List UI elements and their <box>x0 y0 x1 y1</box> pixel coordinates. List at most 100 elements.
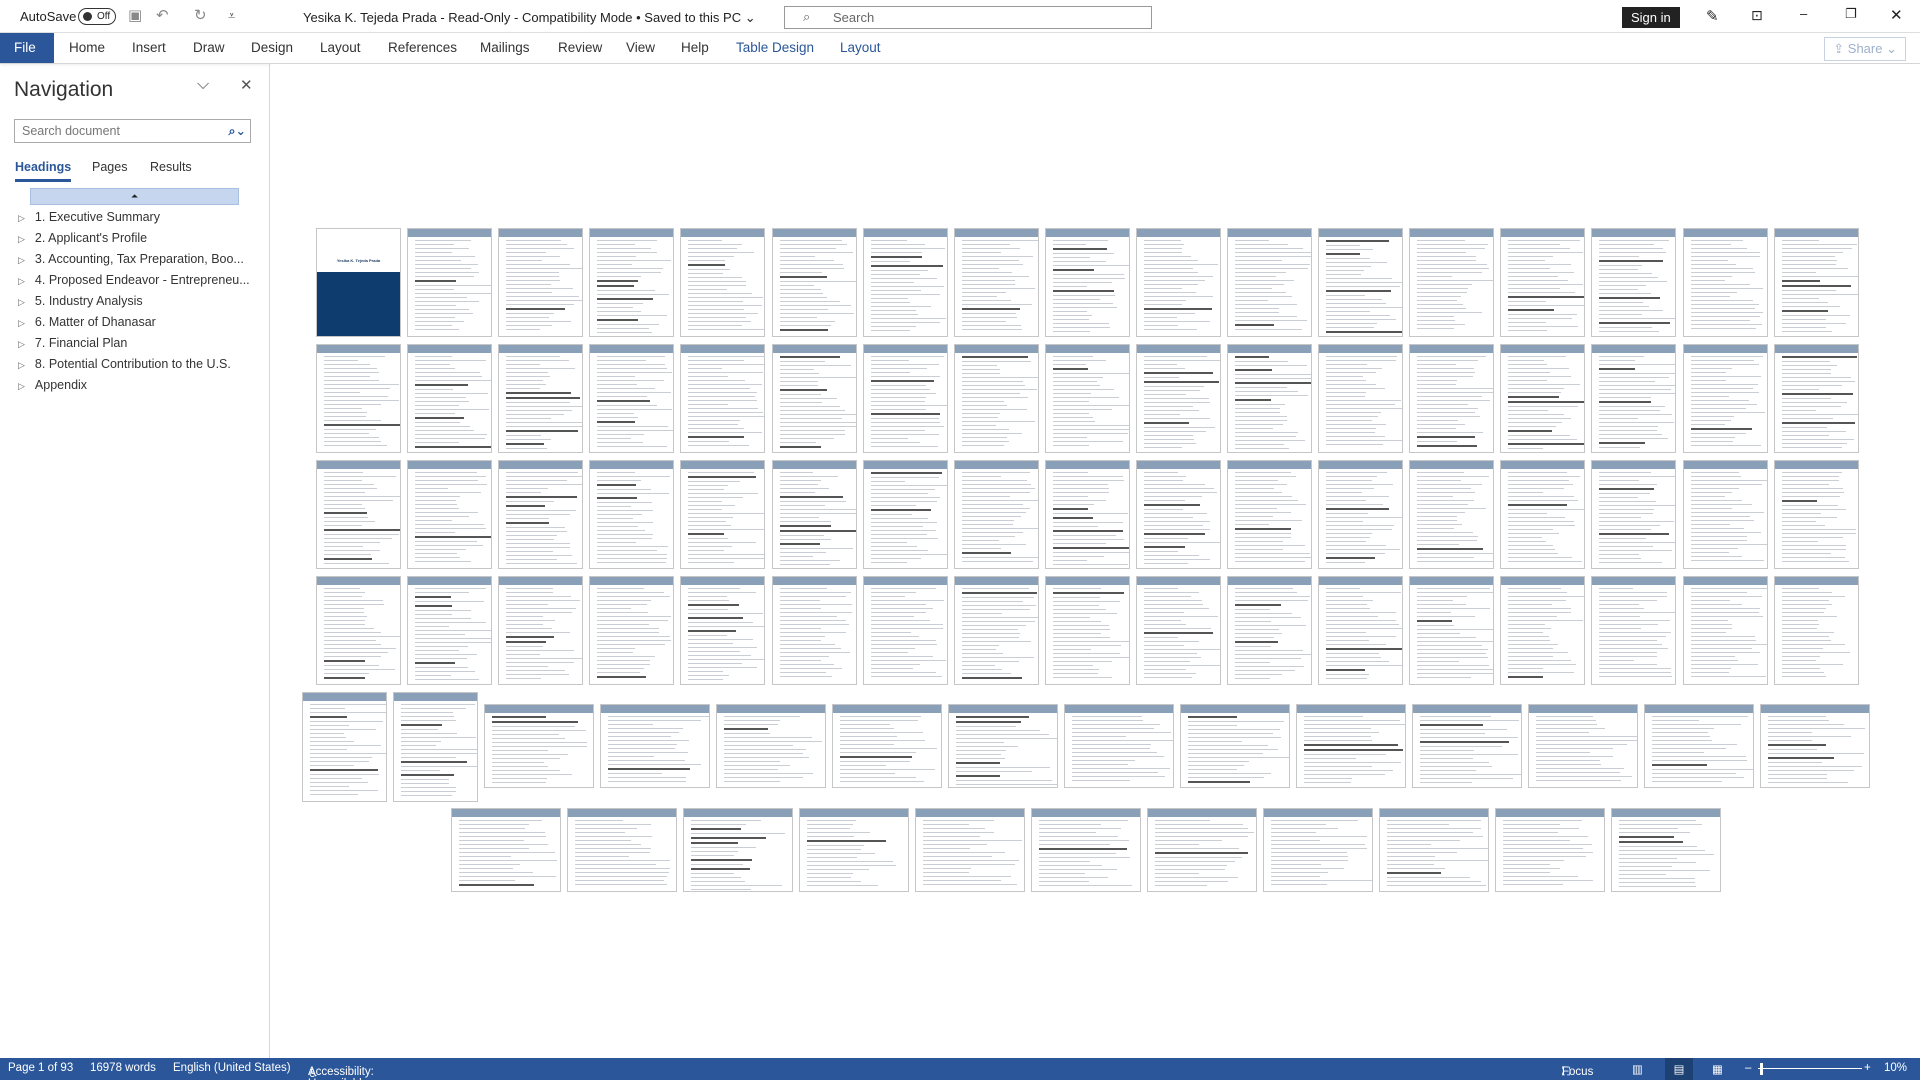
zoom-out-button[interactable]: – <box>1745 1062 1751 1074</box>
page-thumbnail[interactable] <box>862 460 948 569</box>
read-mode-icon[interactable]: ▥ <box>1632 1062 1643 1076</box>
expand-triangle-icon[interactable]: ▷ <box>18 213 25 223</box>
page-thumbnail[interactable] <box>407 576 493 685</box>
restore-icon[interactable]: ❐ <box>1845 6 1857 22</box>
share-button[interactable]: ⇪ Share ⌄ <box>1824 37 1906 61</box>
page-thumbnail[interactable] <box>1773 344 1859 453</box>
autosave-toggle[interactable]: Off <box>78 8 116 25</box>
customize-icon[interactable]: ⩡ <box>228 8 235 24</box>
page-thumbnail[interactable] <box>316 460 401 569</box>
page-thumbnail[interactable] <box>862 576 948 685</box>
search-icon[interactable]: ⌕⌄ <box>229 123 246 139</box>
page-thumbnail[interactable] <box>832 704 942 788</box>
page-thumbnail[interactable] <box>1591 460 1677 569</box>
page-thumbnail[interactable] <box>407 228 493 337</box>
heading-item[interactable]: ▷ 5. Industry Analysis <box>18 294 143 308</box>
tab-references[interactable]: References <box>374 33 471 63</box>
page-thumbnail[interactable] <box>1318 228 1404 337</box>
tab-help[interactable]: Help <box>667 33 723 63</box>
page-thumbnail[interactable] <box>915 808 1025 892</box>
expand-triangle-icon[interactable]: ▷ <box>18 339 25 349</box>
sign-in-button[interactable]: Sign in <box>1622 7 1680 28</box>
minimize-icon[interactable]: – <box>1800 6 1807 21</box>
page-thumbnail[interactable] <box>1591 344 1677 453</box>
page-thumbnail[interactable] <box>948 704 1058 788</box>
page-thumbnail[interactable] <box>1227 460 1312 569</box>
page-thumbnail[interactable] <box>1135 344 1221 453</box>
expand-triangle-icon[interactable]: ▷ <box>18 297 25 307</box>
page-thumbnail[interactable] <box>680 576 766 685</box>
page-thumbnail[interactable] <box>1135 576 1221 685</box>
tab-pages[interactable]: Pages <box>92 160 127 174</box>
search-document-input[interactable]: Search document ⌕⌄ <box>14 119 251 143</box>
page-thumbnail[interactable] <box>1773 228 1859 337</box>
collapse-all-bar[interactable]: ⏶ <box>30 188 239 205</box>
page-thumbnail[interactable] <box>407 344 493 453</box>
expand-triangle-icon[interactable]: ▷ <box>18 276 25 286</box>
page-thumbnail[interactable] <box>862 344 948 453</box>
close-icon[interactable]: ✕ <box>1890 6 1903 24</box>
tab-mailings[interactable]: Mailings <box>466 33 544 63</box>
document-title[interactable]: Yesika K. Tejeda Prada - Read-Only - Com… <box>303 10 756 26</box>
page-thumbnail[interactable] <box>1409 228 1495 337</box>
page-thumbnail[interactable] <box>1500 576 1586 685</box>
page-thumbnail[interactable] <box>316 576 401 685</box>
zoom-slider-thumb[interactable] <box>1760 1063 1763 1075</box>
tab-table-layout[interactable]: Layout <box>826 33 895 63</box>
heading-item[interactable]: ▷ 1. Executive Summary <box>18 210 160 224</box>
page-thumbnail[interactable] <box>1591 576 1677 685</box>
page-thumbnail[interactable] <box>1644 704 1754 788</box>
page-thumbnail[interactable] <box>1318 344 1404 453</box>
page-thumbnail[interactable] <box>953 576 1039 685</box>
page-thumbnail[interactable] <box>1682 460 1768 569</box>
web-layout-icon[interactable]: ▦ <box>1712 1062 1723 1076</box>
page-thumbnail[interactable] <box>1682 344 1768 453</box>
save-icon[interactable]: ▣ <box>128 6 142 24</box>
expand-triangle-icon[interactable]: ▷ <box>18 255 25 265</box>
page-thumbnail[interactable] <box>1682 576 1768 685</box>
word-count[interactable]: 16978 words <box>90 1062 156 1074</box>
page-thumbnail[interactable] <box>771 228 857 337</box>
tab-home[interactable]: Home <box>55 33 119 63</box>
zoom-in-button[interactable]: + <box>1864 1062 1871 1074</box>
page-thumbnail[interactable] <box>1044 576 1130 685</box>
page-thumbnail[interactable] <box>771 576 857 685</box>
page-thumbnail[interactable] <box>407 460 493 569</box>
tab-draw[interactable]: Draw <box>179 33 239 63</box>
page-thumbnail[interactable] <box>1760 704 1870 788</box>
page-thumbnail[interactable] <box>1031 808 1141 892</box>
pane-options-chevron-icon[interactable]: ⌵ <box>197 76 209 94</box>
page-thumbnail[interactable] <box>451 808 561 892</box>
page-thumbnail[interactable] <box>1227 576 1312 685</box>
heading-item[interactable]: ▷ Appendix <box>18 378 87 392</box>
redo-icon[interactable]: ↻ <box>194 6 207 24</box>
page-thumbnail[interactable] <box>1227 344 1312 453</box>
page-thumbnail[interactable] <box>1528 704 1638 788</box>
page-thumbnail[interactable] <box>683 808 793 892</box>
page-thumbnail[interactable] <box>1379 808 1489 892</box>
ribbon-display-icon[interactable]: ⊡ <box>1751 7 1763 24</box>
page-thumbnail[interactable] <box>600 704 710 788</box>
page-thumbnail[interactable] <box>771 344 857 453</box>
page-thumbnail[interactable] <box>1296 704 1406 788</box>
tab-results[interactable]: Results <box>150 160 192 174</box>
undo-icon[interactable]: ↶ <box>156 6 169 24</box>
page-thumbnail[interactable] <box>1500 228 1586 337</box>
page-thumbnail[interactable] <box>716 704 826 788</box>
page-thumbnail[interactable] <box>589 576 675 685</box>
page-thumbnail[interactable] <box>1412 704 1522 788</box>
page-thumbnail[interactable] <box>1064 704 1174 788</box>
page-thumbnail[interactable] <box>1135 460 1221 569</box>
page-thumbnail[interactable] <box>1318 460 1404 569</box>
page-thumbnail[interactable] <box>1591 228 1677 337</box>
page-thumbnail[interactable] <box>1180 704 1290 788</box>
heading-item[interactable]: ▷ 7. Financial Plan <box>18 336 127 350</box>
expand-triangle-icon[interactable]: ▷ <box>18 360 25 370</box>
heading-item[interactable]: ▷ 6. Matter of Dhanasar <box>18 315 156 329</box>
pen-icon[interactable]: ✎ <box>1706 7 1719 25</box>
page-thumbnail[interactable] <box>1495 808 1605 892</box>
tab-insert[interactable]: Insert <box>118 33 180 63</box>
page-thumbnail[interactable] <box>302 692 387 802</box>
page-thumbnail[interactable] <box>1044 460 1130 569</box>
page-thumbnail[interactable] <box>953 460 1039 569</box>
